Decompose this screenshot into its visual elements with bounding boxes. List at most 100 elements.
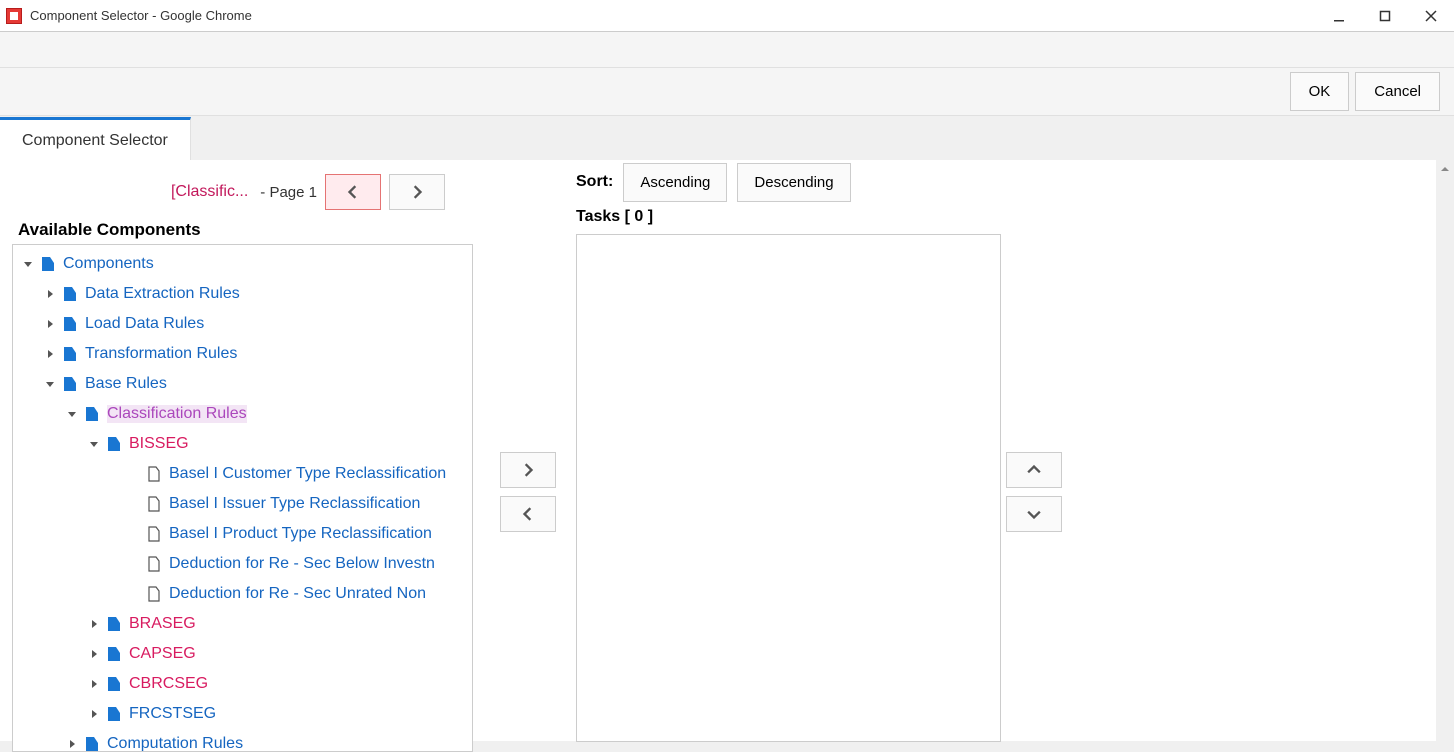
prev-page-button[interactable] [325,174,381,210]
disclosure-collapsed-icon[interactable] [87,647,101,661]
available-components-title: Available Components [12,216,473,244]
content-scrollbar[interactable] [1436,160,1454,741]
tree-label-selected: Classification Rules [107,405,247,423]
tree-label: BRASEG [129,615,196,633]
component-tree: Components Data Extraction Rules Load Da… [12,244,473,752]
tasks-title: Tasks [ 0 ] [576,204,1001,234]
tree-node-load-data[interactable]: Load Data Rules [15,309,470,339]
disclosure-collapsed-icon[interactable] [65,737,79,751]
chevron-up-icon [1027,463,1041,477]
file-icon [145,585,163,603]
tree-node-leaf[interactable]: Deduction for Re - Sec Below Investn [15,549,470,579]
maximize-button[interactable] [1362,0,1408,32]
available-components-panel: [Classific... - Page 1 Available Compone… [0,160,485,741]
tree-node-classification-rules[interactable]: Classification Rules [15,399,470,429]
ok-button[interactable]: OK [1290,72,1350,111]
file-icon [145,465,163,483]
cancel-button[interactable]: Cancel [1355,72,1440,111]
sort-descending-button[interactable]: Descending [737,163,850,202]
dialog-actionbar: OK Cancel [0,68,1454,116]
tree-label: Data Extraction Rules [85,285,240,303]
tree-label: Computation Rules [107,735,243,751]
page-indicator: - Page 1 [260,184,317,201]
folder-icon [61,315,79,333]
chevron-left-icon [346,185,360,199]
tree-node-leaf[interactable]: Basel I Issuer Type Reclassification [15,489,470,519]
disclosure-expanded-icon[interactable] [87,437,101,451]
oracle-app-icon [6,8,22,24]
disclosure-collapsed-icon[interactable] [87,707,101,721]
folder-icon [105,645,123,663]
file-icon [145,525,163,543]
disclosure-expanded-icon[interactable] [21,257,35,271]
disclosure-collapsed-icon[interactable] [43,347,57,361]
tree-node-transformation[interactable]: Transformation Rules [15,339,470,369]
folder-icon [61,375,79,393]
tree-node-leaf[interactable]: Basel I Customer Type Reclassification [15,459,470,489]
disclosure-expanded-icon[interactable] [43,377,57,391]
folder-icon [61,345,79,363]
window-titlebar: Component Selector - Google Chrome [0,0,1454,32]
browser-toolbar [0,32,1454,68]
search-crumb: [Classific... [171,183,248,201]
next-page-button[interactable] [389,174,445,210]
content-area: [Classific... - Page 1 Available Compone… [0,160,1454,741]
tabbar: Component Selector [0,116,191,162]
tree-node-leaf[interactable]: Deduction for Re - Sec Unrated Non [15,579,470,609]
scroll-up-button[interactable] [1436,160,1454,178]
component-tree-scroll[interactable]: Components Data Extraction Rules Load Da… [13,245,472,751]
tree-label: Base Rules [85,375,167,393]
sort-controls: Sort: Ascending Descending [576,160,1001,204]
transfer-controls [500,452,556,532]
tasks-list[interactable] [576,234,1001,742]
tree-label: Components [63,255,154,273]
tree-node-frcstseg[interactable]: FRCSTSEG [15,699,470,729]
tree-node-leaf[interactable]: Basel I Product Type Reclassification [15,519,470,549]
tree-node-computation-rules[interactable]: Computation Rules [15,729,470,751]
tree-node-capseg[interactable]: CAPSEG [15,639,470,669]
sort-ascending-button[interactable]: Ascending [623,163,727,202]
chevron-right-icon [521,463,535,477]
tree-label: BISSEG [129,435,189,453]
tree-node-cbrcseg[interactable]: CBRCSEG [15,669,470,699]
file-icon [145,495,163,513]
chevron-down-icon [1027,507,1041,521]
sort-label: Sort: [576,173,613,191]
disclosure-collapsed-icon[interactable] [43,317,57,331]
folder-icon [39,255,57,273]
folder-icon [83,405,101,423]
tasks-panel: Sort: Ascending Descending Tasks [ 0 ] [576,160,1001,742]
folder-icon [105,675,123,693]
tree-node-components[interactable]: Components [15,249,470,279]
pager: [Classific... - Page 1 [12,168,473,216]
tree-label: Transformation Rules [85,345,237,363]
tree-label: CAPSEG [129,645,196,663]
tree-label: FRCSTSEG [129,705,216,723]
window-title: Component Selector - Google Chrome [30,8,252,23]
disclosure-collapsed-icon[interactable] [87,677,101,691]
tree-label: Basel I Product Type Reclassification [169,525,432,543]
disclosure-collapsed-icon[interactable] [87,617,101,631]
disclosure-collapsed-icon[interactable] [43,287,57,301]
tree-node-braseg[interactable]: BRASEG [15,609,470,639]
tab-component-selector[interactable]: Component Selector [0,117,191,162]
tasks-title-text: Tasks [ 0 ] [576,208,653,225]
file-icon [145,555,163,573]
move-down-button[interactable] [1006,496,1062,532]
folder-icon [105,705,123,723]
tree-node-base-rules[interactable]: Base Rules [15,369,470,399]
folder-icon [83,735,101,751]
add-to-tasks-button[interactable] [500,452,556,488]
minimize-button[interactable] [1316,0,1362,32]
tree-label: Deduction for Re - Sec Below Investn [169,555,435,573]
tree-label: CBRCSEG [129,675,208,693]
folder-icon [105,435,123,453]
move-up-button[interactable] [1006,452,1062,488]
remove-from-tasks-button[interactable] [500,496,556,532]
tree-label: Load Data Rules [85,315,204,333]
tree-node-bisseg[interactable]: BISSEG [15,429,470,459]
tree-node-data-extraction[interactable]: Data Extraction Rules [15,279,470,309]
disclosure-expanded-icon[interactable] [65,407,79,421]
tree-label: Basel I Customer Type Reclassification [169,465,446,483]
close-button[interactable] [1408,0,1454,32]
